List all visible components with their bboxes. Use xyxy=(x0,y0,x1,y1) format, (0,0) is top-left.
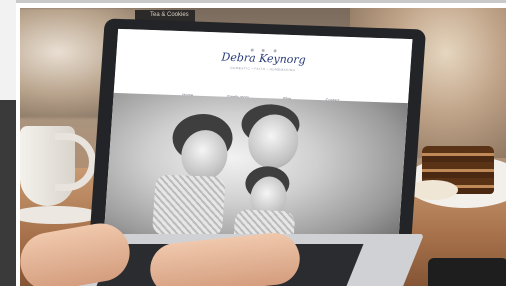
laptop-screen: Debra Keynorg DOMESTIC • FAITH • HOMEMAK… xyxy=(102,28,413,264)
background-sign-text: Tea & Cookies xyxy=(150,12,189,18)
top-divider xyxy=(0,0,506,3)
whipped-cream xyxy=(408,180,458,200)
website-header: Debra Keynorg DOMESTIC • FAITH • HOMEMAK… xyxy=(113,28,413,104)
left-edge-dark-area xyxy=(0,100,16,286)
mother-shirt xyxy=(151,174,226,237)
smartphone xyxy=(428,258,506,286)
left-edge-strip xyxy=(0,0,16,286)
photo-scene: Tea & Cookies Debra Keynorg DOMESTIC • F… xyxy=(0,0,506,286)
hero-family-photo xyxy=(103,92,408,256)
